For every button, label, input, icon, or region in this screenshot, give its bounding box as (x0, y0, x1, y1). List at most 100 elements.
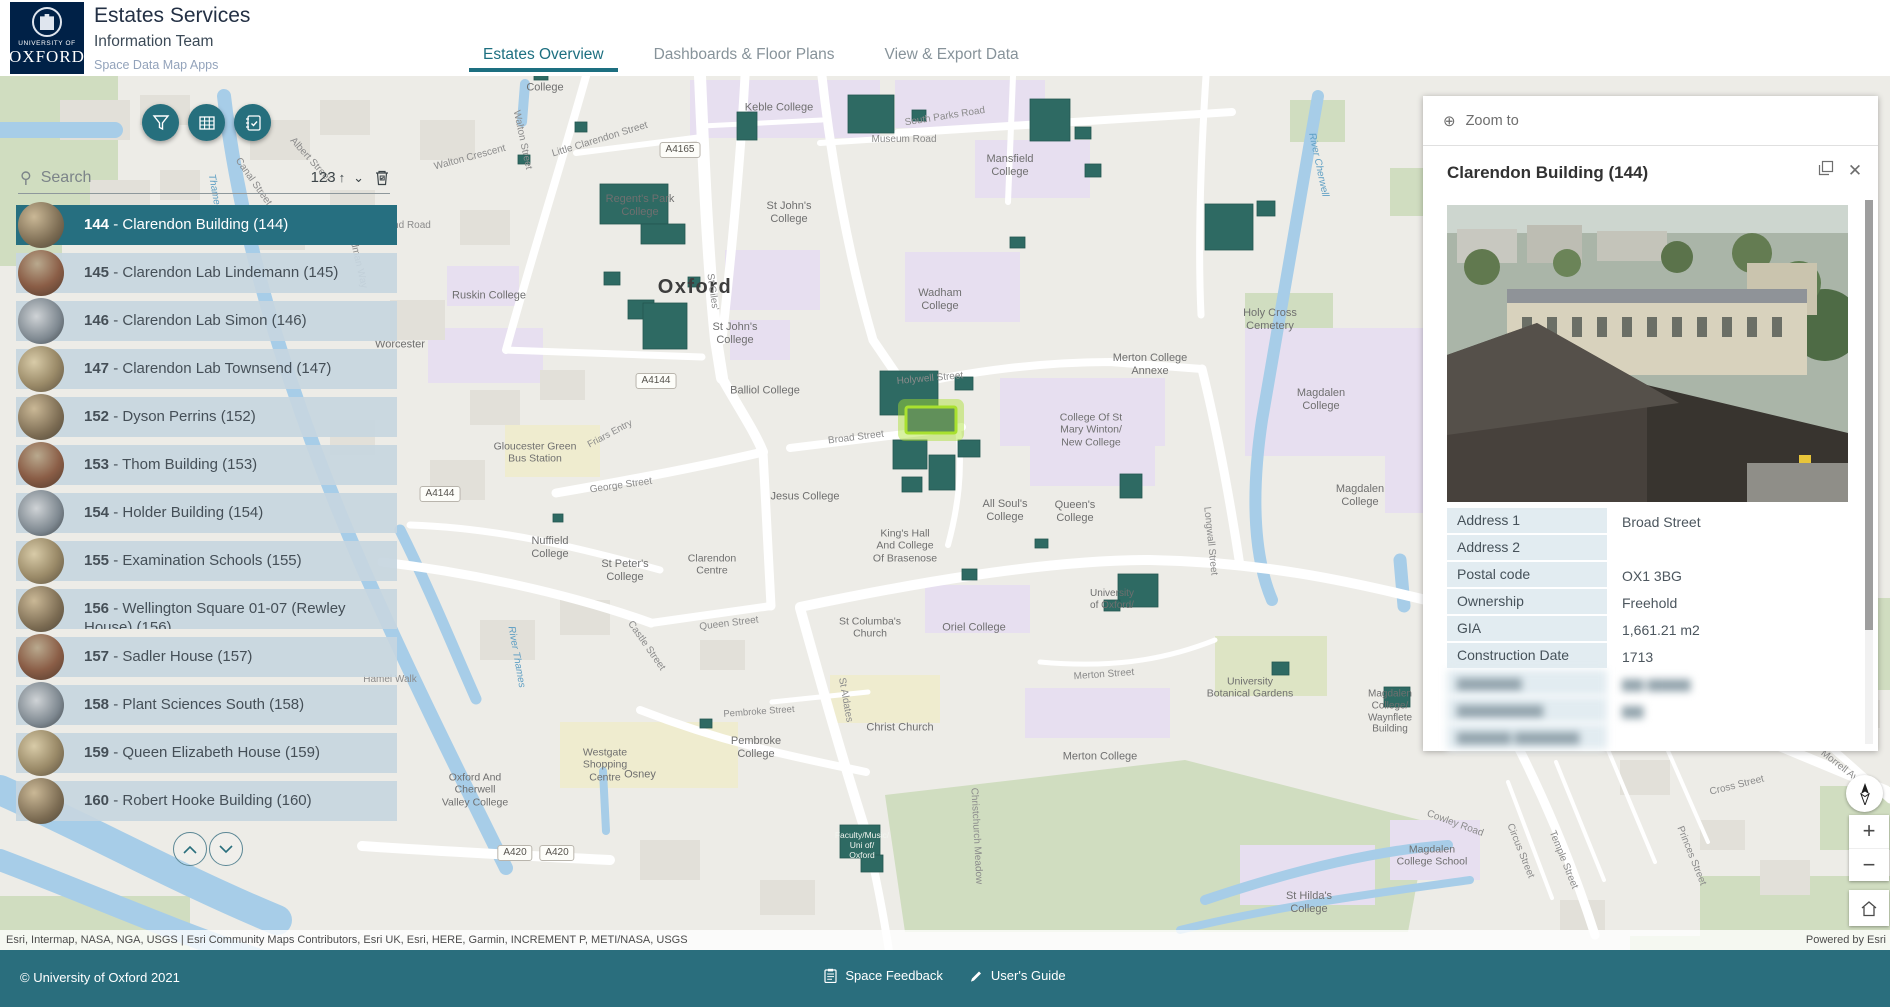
panel-scrollbar-thumb[interactable] (1865, 200, 1873, 630)
road-shield: A420 (497, 845, 532, 861)
road-shield: A4144 (420, 486, 461, 502)
notebook-check-icon (244, 114, 262, 132)
estates-app: OxfordCollegeKeble CollegeMansfield Coll… (0, 0, 1890, 1007)
powered-by-esri: Powered by Esri (1806, 934, 1886, 946)
sort-label: 123 (311, 169, 336, 186)
space-feedback-label: Space Feedback (845, 968, 943, 983)
tab-dashboards-floor-plans[interactable]: Dashboards & Floor Plans (640, 46, 849, 76)
list-item-building-146[interactable]: 146 - Clarendon Lab Simon (146) (16, 301, 397, 341)
sort-ascending-icon: ↑ (339, 170, 346, 185)
search-icon: ⚲ (20, 168, 32, 188)
tab-view-export-data[interactable]: View & Export Data (871, 46, 1033, 76)
building-item-label: 156 - Wellington Square 01-07 (Rewley Ho… (84, 589, 397, 629)
list-item-building-147[interactable]: 147 - Clarendon Lab Townsend (147) (16, 349, 397, 389)
attribute-row: ▆▆▆▆▆ ▆▆▆▆▆▆ (1447, 724, 1848, 751)
sort-options-chevron-down-icon[interactable]: ⌄ (353, 170, 364, 186)
attribution-text: Esri, Intermap, NASA, NGA, USGS | Esri C… (6, 934, 688, 946)
zoom-controls: + − (1849, 815, 1889, 881)
list-item-building-154[interactable]: 154 - Holder Building (154) (16, 493, 397, 533)
table-button[interactable] (188, 104, 225, 141)
zoom-to-button[interactable]: ⊕ Zoom to (1423, 96, 1878, 146)
logo-university-of: UNIVERSITY OF (18, 40, 76, 47)
page-title: Estates Services (94, 4, 250, 28)
popup-title: Clarendon Building (144) (1447, 163, 1648, 183)
building-thumbnail (18, 730, 64, 776)
filter-funnel-icon (152, 114, 170, 132)
building-item-label: 153 - Thom Building (153) (84, 445, 397, 485)
chevron-down-icon (219, 845, 233, 854)
building-thumbnail (18, 298, 64, 344)
zoom-in-button[interactable]: + (1849, 815, 1889, 849)
page-tagline: Space Data Map Apps (94, 58, 218, 72)
attribute-row: ▆▆▆▆▆▆▆▆▆▆ (1447, 697, 1848, 724)
list-item-building-160[interactable]: 160 - Robert Hooke Building (160) (16, 781, 397, 821)
panel-scrollbar[interactable] (1865, 200, 1873, 744)
table-grid-icon (198, 114, 216, 132)
tab-estates-overview[interactable]: Estates Overview (469, 46, 618, 76)
compass-button[interactable] (1846, 775, 1883, 812)
building-item-label: 157 - Sadler House (157) (84, 637, 397, 677)
app-footer: © University of Oxford 2021 Space Feedba… (0, 950, 1890, 1007)
building-item-label: 146 - Clarendon Lab Simon (146) (84, 301, 397, 341)
page-up-button[interactable] (173, 832, 207, 866)
close-popup-button[interactable]: ✕ (1844, 160, 1866, 182)
close-icon: ✕ (1848, 161, 1862, 180)
building-thumbnail (18, 250, 64, 296)
list-item-building-159[interactable]: 159 - Queen Elizabeth House (159) (16, 733, 397, 773)
attribute-row: Address 2 (1447, 535, 1848, 562)
building-item-label: 160 - Robert Hooke Building (160) (84, 781, 397, 821)
building-thumbnail (18, 682, 64, 728)
trash-icon (374, 169, 390, 186)
building-item-label: 154 - Holder Building (154) (84, 493, 397, 533)
attributes-table: Address 1Broad StreetAddress 2Postal cod… (1447, 508, 1848, 751)
attribute-row: GIA1,661.21 m2 (1447, 616, 1848, 643)
list-item-building-153[interactable]: 153 - Thom Building (153) (16, 445, 397, 485)
list-item-building-156[interactable]: 156 - Wellington Square 01-07 (Rewley Ho… (16, 589, 397, 629)
attribute-value: OX1 3BG (1607, 568, 1848, 584)
selected-building-highlight (902, 403, 960, 437)
list-item-building-144[interactable]: 144 - Clarendon Building (144) (16, 205, 397, 245)
page-down-button[interactable] (209, 832, 243, 866)
home-button[interactable] (1849, 890, 1889, 926)
minus-icon: − (1863, 852, 1876, 878)
list-item-building-155[interactable]: 155 - Examination Schools (155) (16, 541, 397, 581)
attribute-label: Construction Date (1447, 643, 1607, 670)
search-input[interactable] (41, 169, 311, 187)
users-guide-link[interactable]: User's Guide (969, 968, 1066, 983)
building-thumbnail (18, 346, 64, 392)
attribute-value: ▆▆ (1607, 702, 1848, 719)
building-thumbnail (18, 538, 64, 584)
compass-needle-icon (1858, 783, 1872, 805)
home-icon (1860, 900, 1878, 917)
notes-checklist-button[interactable] (234, 104, 271, 141)
attribute-label: ▆▆▆▆▆▆▆▆ (1447, 697, 1607, 724)
list-item-building-145[interactable]: 145 - Clarendon Lab Lindemann (145) (16, 253, 397, 293)
clear-selection-button[interactable] (374, 169, 390, 186)
building-thumbnail (18, 634, 64, 680)
building-thumbnail (18, 490, 64, 536)
feature-popup-panel: ⊕ Zoom to Clarendon Building (144) ✕ (1423, 96, 1878, 751)
sort-numeric-button[interactable]: 123 ↑ (311, 169, 346, 186)
list-item-building-157[interactable]: 157 - Sadler House (157) (16, 637, 397, 677)
list-item-building-158[interactable]: 158 - Plant Sciences South (158) (16, 685, 397, 725)
road-shield: A4165 (660, 142, 701, 158)
attribute-value: Freehold (1607, 595, 1848, 611)
attribute-value: Broad Street (1607, 514, 1848, 530)
building-thumbnail (18, 778, 64, 824)
page-subtitle: Information Team (94, 33, 213, 51)
attribute-row: Address 1Broad Street (1447, 508, 1848, 535)
list-item-building-152[interactable]: 152 - Dyson Perrins (152) (16, 397, 397, 437)
space-feedback-link[interactable]: Space Feedback (824, 968, 943, 983)
zoom-out-button[interactable]: − (1849, 849, 1889, 882)
dock-popup-button[interactable] (1815, 160, 1837, 182)
attribute-label: Ownership (1447, 589, 1607, 616)
attribute-label: ▆▆▆▆▆ ▆▆▆▆▆▆ (1447, 724, 1607, 751)
attribute-label: Address 1 (1447, 508, 1607, 535)
road-shield: A4144 (636, 373, 677, 389)
attribute-value: 1,661.21 m2 (1607, 622, 1848, 638)
filter-button[interactable] (142, 104, 179, 141)
logo-oxford: OXFORD (9, 47, 85, 67)
oxford-crest-icon (32, 7, 62, 37)
building-photo (1447, 205, 1848, 502)
plus-icon: + (1863, 818, 1876, 844)
